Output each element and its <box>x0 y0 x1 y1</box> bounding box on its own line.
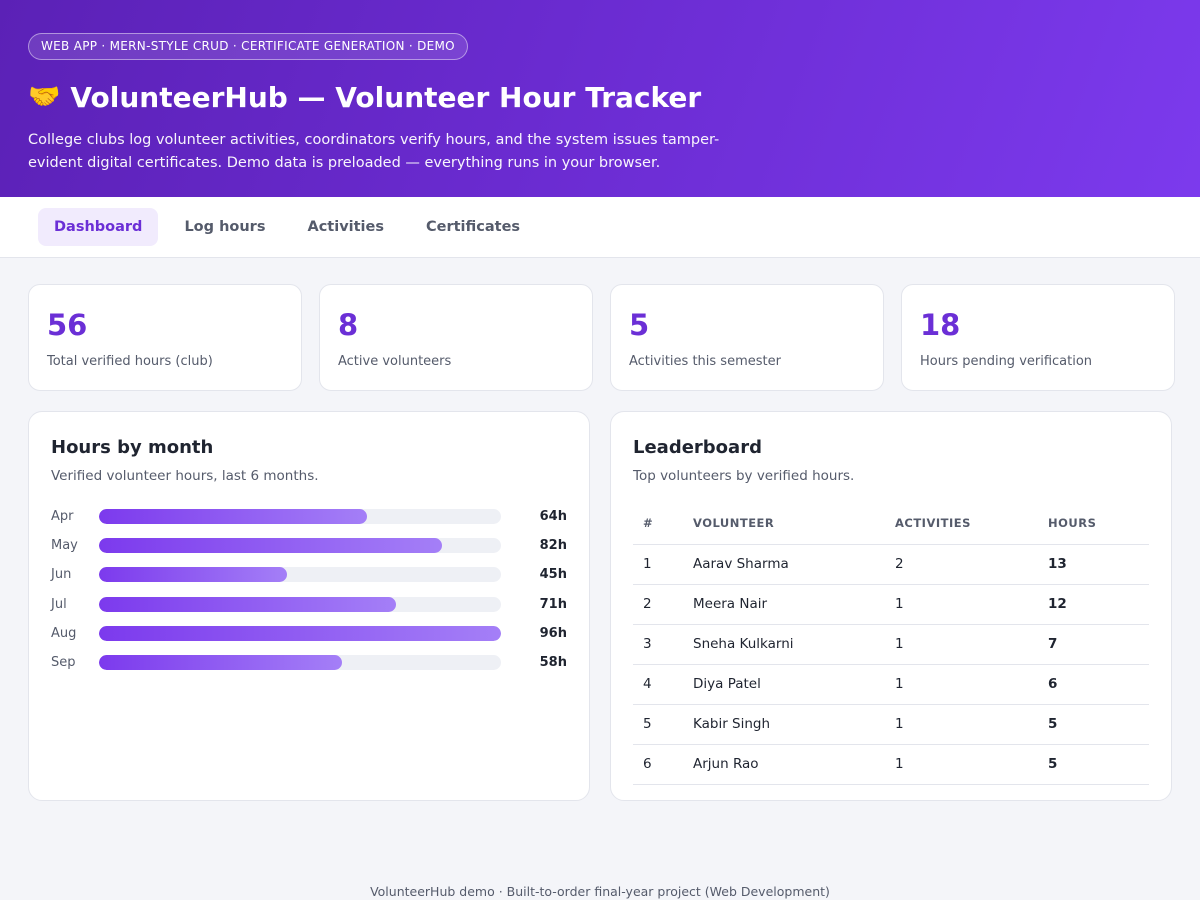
bar <box>99 625 501 641</box>
bar-category-label: Jun <box>51 567 72 583</box>
cell-volunteer-name: Meera Nair <box>683 584 885 625</box>
bar-category-label: Sep <box>51 655 76 671</box>
bar-track <box>99 655 501 671</box>
tab-log-hours[interactable]: Log hours <box>168 208 281 246</box>
bar-track <box>99 509 501 525</box>
bar-value-label: 71h <box>539 596 567 612</box>
bar-category-label: Jul <box>51 596 67 612</box>
stat-label: Active volunteers <box>338 354 452 369</box>
cell-hours: 5 <box>1038 744 1149 785</box>
bar <box>99 509 367 525</box>
cell-activities: 2 <box>885 544 1038 585</box>
cell-volunteer-name: Arjun Rao <box>683 744 885 785</box>
tab-dashboard[interactable]: Dashboard <box>38 208 159 246</box>
stat-value: 18 <box>920 308 961 342</box>
cell-activities: 1 <box>885 704 1038 745</box>
stats-row: 56 Total verified hours (club) 8 Active … <box>28 284 1175 391</box>
cell-rank: 3 <box>633 624 683 665</box>
cell-activities: 1 <box>885 744 1038 785</box>
card-title: Leaderboard <box>633 437 762 458</box>
bar <box>99 567 288 583</box>
cell-rank: 4 <box>633 664 683 705</box>
cell-volunteer-name: Kabir Singh <box>683 704 885 745</box>
bar-track <box>99 596 501 612</box>
cell-hours: 6 <box>1038 664 1149 705</box>
page-title-text: VolunteerHub — Volunteer Hour Tracker <box>70 80 702 114</box>
stat-value: 8 <box>338 308 359 342</box>
table-row: 5 Kabir Singh 1 5 <box>633 704 1149 745</box>
cell-volunteer-name: Diya Patel <box>683 664 885 705</box>
cell-hours: 7 <box>1038 624 1149 665</box>
bar-category-label: Aug <box>51 625 77 641</box>
hours-by-month-card: Hours by month Verified volunteer hours,… <box>28 411 590 801</box>
page-footer: VolunteerHub demo · Built-to-order final… <box>370 884 830 899</box>
stat-value: 5 <box>629 308 650 342</box>
stat-label: Hours pending verification <box>920 354 1093 369</box>
bar <box>99 538 443 554</box>
hero-banner: WEB APP · MERN-STYLE CRUD · CERTIFICATE … <box>0 0 1200 197</box>
bar-row: Aug 96h <box>51 619 567 648</box>
cell-activities: 1 <box>885 624 1038 665</box>
bar-value-label: 45h <box>539 567 567 583</box>
table-row: 4 Diya Patel 1 6 <box>633 664 1149 705</box>
bar-track <box>99 625 501 641</box>
cell-volunteer-name: Sneha Kulkarni <box>683 624 885 665</box>
bar-value-label: 82h <box>539 538 567 554</box>
cell-hours: 13 <box>1038 544 1149 585</box>
cell-rank: 5 <box>633 704 683 745</box>
handshake-icon: 🤝 <box>28 82 61 112</box>
bar <box>99 596 397 612</box>
column-header-volunteer: VOLUNTEER <box>683 502 885 545</box>
table-row: 2 Meera Nair 1 12 <box>633 584 1149 625</box>
table-row: 1 Aarav Sharma 2 13 <box>633 544 1149 585</box>
bar-value-label: 64h <box>539 509 567 525</box>
card-subtitle: Verified volunteer hours, last 6 months. <box>51 468 319 484</box>
bar-row: Jun 45h <box>51 560 567 589</box>
cell-volunteer-name: Aarav Sharma <box>683 544 885 585</box>
tab-activities[interactable]: Activities <box>291 208 400 246</box>
cell-hours: 12 <box>1038 584 1149 625</box>
bar-category-label: May <box>51 538 78 554</box>
bar-value-label: 96h <box>539 625 567 641</box>
leaderboard-card: Leaderboard Top volunteers by verified h… <box>610 411 1172 801</box>
stat-card-total-hours: 56 Total verified hours (club) <box>28 284 302 391</box>
bar-row: Sep 58h <box>51 648 567 677</box>
tab-certificates[interactable]: Certificates <box>410 208 536 246</box>
table-row: 3 Sneha Kulkarni 1 7 <box>633 624 1149 665</box>
leaderboard-table: # VOLUNTEER ACTIVITIES HOURS 1 Aarav Shar… <box>633 502 1149 785</box>
table-row: 6 Arjun Rao 1 5 <box>633 744 1149 785</box>
stat-card-pending-hours: 18 Hours pending verification <box>901 284 1175 391</box>
stat-card-active-volunteers: 8 Active volunteers <box>319 284 593 391</box>
bar-category-label: Apr <box>51 509 74 525</box>
cell-hours: 5 <box>1038 704 1149 745</box>
bar-row: Apr 64h <box>51 502 567 531</box>
cell-rank: 2 <box>633 584 683 625</box>
hero-description: College clubs log volunteer activities, … <box>28 132 720 171</box>
stat-card-activities: 5 Activities this semester <box>610 284 884 391</box>
bar-row: May 82h <box>51 531 567 560</box>
table-header-row: # VOLUNTEER ACTIVITIES HOURS <box>633 502 1149 545</box>
bar <box>99 655 342 671</box>
demo-badge: WEB APP · MERN-STYLE CRUD · CERTIFICATE … <box>28 33 468 60</box>
stat-label: Activities this semester <box>629 354 781 369</box>
bar-track <box>99 567 501 583</box>
page-title: 🤝 VolunteerHub — Volunteer Hour Tracker <box>28 78 1172 116</box>
main-tabs: Dashboard Log hours Activities Certifica… <box>0 197 1200 258</box>
card-title: Hours by month <box>51 437 214 458</box>
stat-label: Total verified hours (club) <box>47 354 213 369</box>
column-header-hours: HOURS <box>1038 502 1149 545</box>
hours-bar-chart: Apr 64h May 82h Jun 45h Jul 71h Aug 96h Sep 58h <box>51 502 567 677</box>
cell-activities: 1 <box>885 664 1038 705</box>
cell-rank: 1 <box>633 544 683 585</box>
card-subtitle: Top volunteers by verified hours. <box>633 468 855 484</box>
bar-track <box>99 538 501 554</box>
column-header-rank: # <box>633 502 683 545</box>
stat-value: 56 <box>47 308 88 342</box>
column-header-activities: ACTIVITIES <box>885 502 1038 545</box>
cell-activities: 1 <box>885 584 1038 625</box>
bar-value-label: 58h <box>539 655 567 671</box>
cell-rank: 6 <box>633 744 683 785</box>
bar-row: Jul 71h <box>51 590 567 619</box>
